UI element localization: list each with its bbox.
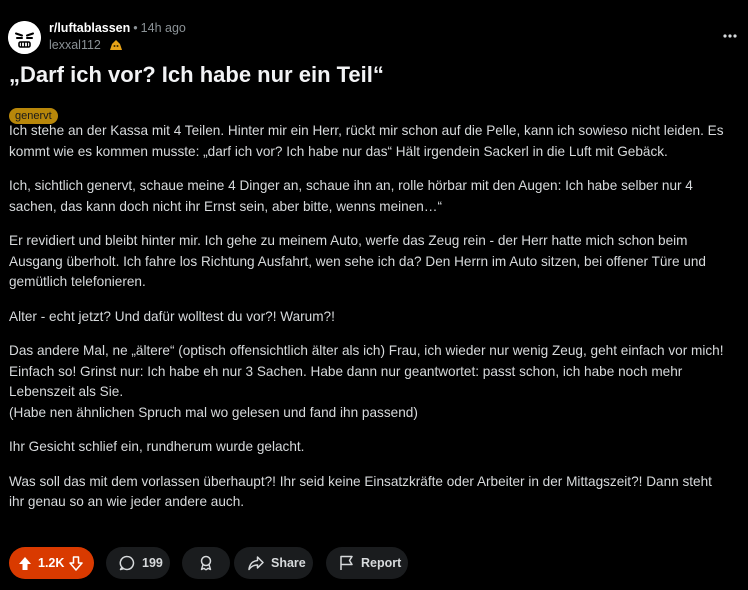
vote-count: 1.2K [38, 556, 65, 570]
body-paragraph: Ihr Gesicht schlief ein, rundherum wurde… [9, 437, 745, 458]
user-badge-icon [109, 39, 123, 55]
award-icon [198, 555, 214, 571]
body-paragraph: Alter - echt jetzt? Und dafür wolltest d… [9, 307, 745, 328]
body-line: Alter - echt jetzt? Und dafür wolltest d… [9, 308, 335, 324]
body-line: kommt wie es kommen musste: „darf ich vo… [9, 143, 668, 159]
subreddit-link[interactable]: r/luftablassen [49, 21, 130, 35]
share-button[interactable]: Share [234, 547, 313, 579]
meta-separator: • [133, 21, 138, 35]
body-line: Was soll das mit dem vorlassen überhaupt… [9, 473, 712, 489]
subreddit-avatar-icon[interactable] [8, 21, 41, 54]
post-body: Ich stehe an der Kassa mit 4 Teilen. Hin… [9, 121, 745, 527]
body-line: Ich stehe an der Kassa mit 4 Teilen. Hin… [9, 123, 724, 138]
comments-count: 199 [142, 556, 163, 570]
report-label: Report [361, 556, 402, 570]
upvote-icon[interactable] [18, 556, 32, 571]
body-paragraph: Was soll das mit dem vorlassen überhaupt… [9, 472, 745, 513]
vote-control: 1.2K [9, 547, 94, 579]
body-line: Das andere Mal, ne „ältere“ (optisch off… [9, 343, 724, 358]
report-flag-icon [339, 555, 354, 571]
body-line: Ihr Gesicht schlief ein, rundherum wurde… [9, 439, 305, 454]
author-link[interactable]: lexxal112 [49, 38, 101, 52]
body-line: ihr genau so an wie jeder andere auch. [9, 494, 245, 509]
report-button[interactable]: Report [326, 547, 408, 579]
more-options-icon[interactable] [720, 26, 740, 46]
body-paragraph: Er revidiert und bleibt hinter mir. Ich … [9, 231, 745, 293]
post-title[interactable]: „Darf ich vor? Ich habe nur ein Teil“ [9, 60, 384, 90]
comment-icon [119, 555, 135, 571]
downvote-icon[interactable] [69, 555, 84, 571]
body-line: gemütlich telefonieren. [9, 274, 146, 289]
body-line: Einfach so! Grinst nur: Ich habe eh nur … [9, 363, 683, 379]
body-line: Ausgang überholt. Ich fahre los Richtung… [9, 253, 706, 269]
body-paragraph: Ich stehe an der Kassa mit 4 Teilen. Hin… [9, 121, 745, 162]
post-meta: r/luftablassen • 14h ago lexxal112 [49, 20, 186, 55]
award-button[interactable] [182, 547, 230, 579]
body-paragraph: Das andere Mal, ne „ältere“ (optisch off… [9, 341, 745, 423]
post-header: r/luftablassen • 14h ago lexxal112 [8, 18, 748, 56]
share-icon [248, 555, 264, 571]
comments-button[interactable]: 199 [106, 547, 170, 579]
body-line: (Habe nen ähnlichen Spruch mal wo gelese… [9, 404, 418, 420]
body-line: Er revidiert und bleibt hinter mir. Ich … [9, 233, 688, 248]
post-time: 14h ago [140, 21, 186, 35]
body-line: Lebenszeit als Sie. [9, 384, 124, 399]
body-paragraph: Ich, sichtlich genervt, schaue meine 4 D… [9, 176, 745, 217]
body-line: Ich, sichtlich genervt, schaue meine 4 D… [9, 178, 693, 193]
share-label: Share [271, 556, 306, 570]
body-line: sachen, das kann doch nicht ihr Ernst se… [9, 198, 442, 214]
